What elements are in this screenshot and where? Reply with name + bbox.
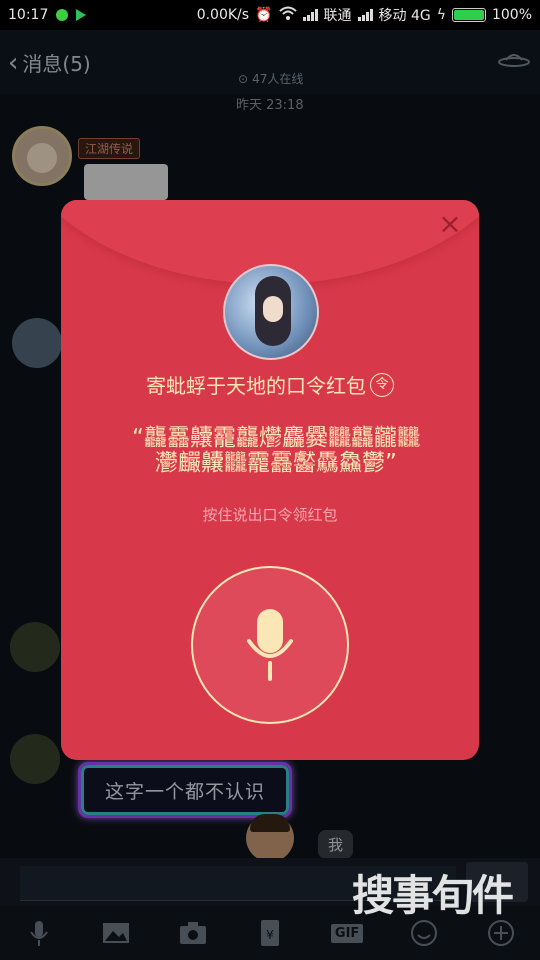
- hint-text: 按住说出口令领红包: [202, 506, 338, 524]
- battery-percent: 100%: [491, 7, 532, 23]
- network-speed: 0.00K/s: [196, 7, 250, 23]
- signal-icon-2: [357, 9, 373, 21]
- battery-icon: [451, 8, 486, 22]
- microphone-button[interactable]: [191, 566, 349, 724]
- status-bar: 10:17 0.00K/s ⏰ 联通 移动 4G ϟ 100%: [0, 0, 540, 30]
- close-icon[interactable]: ×: [437, 210, 463, 238]
- signal-icon: [302, 9, 318, 21]
- packet-title: 寄蚍蜉于天地的口令红包 令: [61, 370, 479, 399]
- carrier-1: 联通: [323, 8, 352, 24]
- charging-icon: ϟ: [436, 7, 446, 23]
- wifi-icon: [278, 6, 297, 24]
- microphone-icon: [247, 609, 293, 681]
- password-text: “龘靐齉靇龘爩麤爨𪚥龘龖𪚥灪麣齉𪚥龗靐齾驫鱻鬱”: [132, 425, 420, 476]
- password-type-icon: 令: [370, 372, 394, 397]
- status-time: 10:17: [8, 7, 49, 23]
- app-notification-icon: [56, 9, 69, 21]
- sender-avatar: [223, 264, 319, 360]
- packet-title-text: 寄蚍蜉于天地的口令红包: [146, 374, 366, 398]
- carrier-2: 移动 4G: [378, 8, 431, 24]
- play-notification-icon: [76, 9, 87, 21]
- red-packet-dialog: × 寄蚍蜉于天地的口令红包 令 “龘靐齉靇龘爩麤爨𪚥龘龖𪚥灪麣齉𪚥龗靐齾驫鱻鬱”…: [61, 200, 479, 760]
- watermark-logo: 搜事旬件: [352, 871, 514, 920]
- alarm-icon: ⏰: [255, 7, 273, 23]
